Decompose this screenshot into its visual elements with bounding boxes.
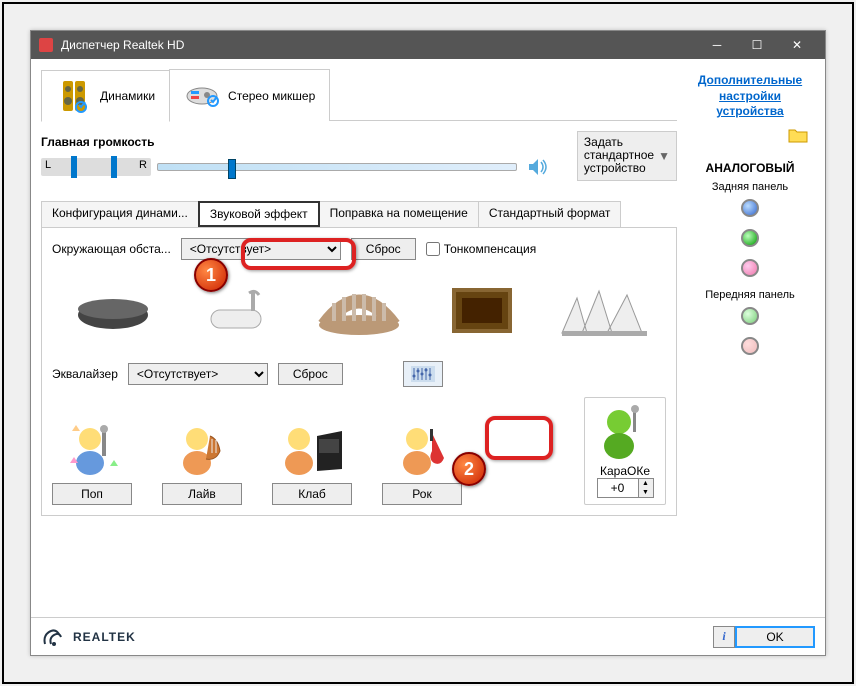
balance-r-label: R [139, 159, 147, 171]
chevron-down-icon: ▼ [658, 149, 670, 163]
window-title: Диспетчер Realtek HD [61, 38, 184, 52]
environment-select[interactable]: <Отсутствует> [181, 238, 341, 260]
realtek-manager-window: Диспетчер Realtek HD ─ ☐ ✕ Динамики Стер… [30, 30, 826, 656]
env-preset-opera[interactable] [550, 278, 660, 343]
speaker-icon [39, 38, 53, 52]
tab-speakers-label: Динамики [100, 89, 155, 103]
preset-live-button[interactable]: Лайв [162, 483, 242, 505]
jack-rear-blue[interactable] [741, 199, 759, 217]
subtab-sound-effect[interactable]: Звуковой эффект [198, 201, 320, 227]
karaoke-pitch-stepper[interactable]: ▲▼ [597, 478, 654, 498]
environment-label: Окружающая обста... [52, 242, 171, 256]
preset-live-icon [167, 419, 237, 479]
pitch-down[interactable]: ▼ [639, 488, 653, 497]
realtek-logo: REALTEK [41, 626, 136, 648]
loudness-label: Тонкомпенсация [444, 242, 537, 256]
env-preset-arena[interactable] [304, 278, 414, 343]
preset-pop-icon [57, 419, 127, 479]
karaoke-panel: КараОКе ▲▼ [584, 397, 666, 505]
karaoke-pitch-value[interactable] [598, 479, 638, 497]
balance-slider[interactable]: L R [41, 158, 151, 176]
folder-icon[interactable] [787, 126, 809, 147]
jack-rear-pink[interactable] [741, 259, 759, 277]
balance-l-label: L [45, 159, 51, 171]
jack-front-green[interactable] [741, 307, 759, 325]
loudness-checkbox[interactable]: Тонкомпенсация [426, 242, 537, 256]
main-volume-slider[interactable] [157, 163, 517, 171]
env-preset-bathroom[interactable] [181, 278, 291, 343]
info-button[interactable]: i [713, 626, 735, 648]
subtab-room-correction[interactable]: Поправка на помещение [319, 201, 479, 227]
karaoke-label: КараОКе [600, 464, 650, 478]
subtab-speaker-config[interactable]: Конфигурация динами... [41, 201, 199, 227]
tab-speakers[interactable]: Динамики [41, 70, 170, 122]
tab-stereo-mix[interactable]: Стерео микшер [169, 69, 330, 121]
env-preset-stone[interactable] [58, 278, 168, 343]
advanced-settings-link[interactable]: Дополнительные настройки устройства [685, 73, 815, 120]
rear-panel-label: Задняя панель [712, 181, 788, 193]
mute-button[interactable] [523, 153, 551, 181]
graphic-eq-button[interactable] [403, 361, 443, 387]
jack-rear-green[interactable] [741, 229, 759, 247]
equalizer-reset-button[interactable]: Сброс [278, 363, 343, 385]
equalizer-label: Эквалайзер [52, 367, 118, 381]
preset-pop-button[interactable]: Поп [52, 483, 132, 505]
titlebar[interactable]: Диспетчер Realtek HD ─ ☐ ✕ [31, 31, 825, 59]
minimize-button[interactable]: ─ [697, 31, 737, 59]
analog-label: АНАЛОГОВЫЙ [706, 161, 795, 175]
preset-club-icon [277, 419, 347, 479]
speakers-icon [56, 78, 92, 114]
karaoke-icon [595, 404, 655, 464]
preset-rock-icon [387, 419, 457, 479]
set-default-label: Задать стандартное устройство [584, 136, 654, 176]
environment-reset-button[interactable]: Сброс [351, 238, 416, 260]
ok-button[interactable]: OK [735, 626, 815, 648]
maximize-button[interactable]: ☐ [737, 31, 777, 59]
close-button[interactable]: ✕ [777, 31, 817, 59]
subtab-default-format[interactable]: Стандартный формат [478, 201, 622, 227]
preset-rock-button[interactable]: Рок [382, 483, 462, 505]
pitch-up[interactable]: ▲ [639, 479, 653, 488]
preset-club-button[interactable]: Клаб [272, 483, 352, 505]
tab-stereo-mix-label: Стерео микшер [228, 89, 315, 103]
equalizer-select[interactable]: <Отсутствует> [128, 363, 268, 385]
volume-title: Главная громкость [41, 135, 551, 149]
stereo-mix-icon [184, 78, 220, 114]
env-preset-hallway[interactable] [427, 278, 537, 343]
device-tabs: Динамики Стерео микшер [41, 69, 677, 121]
front-panel-label: Передняя панель [705, 289, 795, 301]
set-default-device[interactable]: Задать стандартное устройство ▼ [577, 131, 677, 181]
jack-front-pink[interactable] [741, 337, 759, 355]
